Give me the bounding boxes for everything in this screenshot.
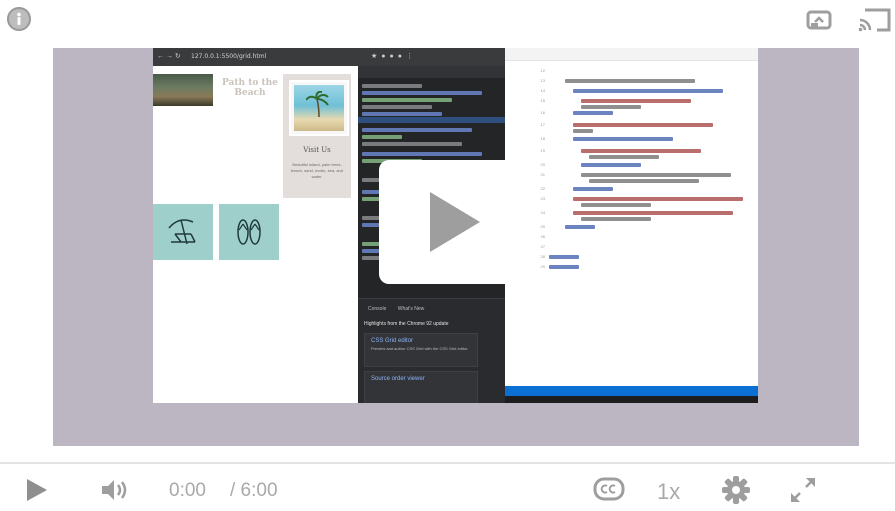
visit-card: Visit Us Beautiful island, palm trees, b…	[283, 74, 351, 198]
whats-new-heading: Highlights from the Chrome 92 update	[364, 321, 449, 327]
flip-flops-tile	[219, 204, 279, 260]
closed-captions-icon[interactable]	[592, 476, 626, 502]
play-icon[interactable]	[27, 479, 47, 501]
line-number: 20	[540, 162, 545, 167]
line-number: 29	[540, 264, 545, 269]
card-title: CSS Grid editor	[371, 338, 414, 344]
page-title: Path to the Beach	[222, 78, 278, 98]
top-bar	[0, 0, 895, 48]
info-glyph	[17, 12, 21, 25]
browser-url: 127.0.0.1:5500/grid.html	[191, 53, 267, 60]
video-stage[interactable]: ← → ↻ 127.0.0.1:5500/grid.html ★●●●⋮ Pat…	[53, 48, 859, 446]
code-editor: 12 13 14 15 16 17 18 19 20 21 22 23 24 2…	[505, 48, 758, 403]
playback-speed-button[interactable]: 1x	[657, 479, 680, 505]
beach-chair-tile	[153, 204, 213, 260]
screen-share-icon[interactable]	[857, 6, 893, 34]
devtools-drawer: Console What's New Highlights from the C…	[358, 298, 505, 403]
palm-tree-icon	[306, 91, 329, 117]
line-number: 24	[540, 210, 545, 215]
line-number: 21	[540, 172, 545, 177]
fullscreen-icon[interactable]	[787, 474, 819, 506]
line-number: 17	[540, 122, 545, 127]
line-number: 19	[540, 148, 545, 153]
drawer-tabs: Console What's New	[358, 303, 505, 315]
play-icon	[430, 192, 480, 252]
devtools-selected-node	[358, 117, 505, 123]
whats-new-card[interactable]: CSS Grid editor Preview and author CSS G…	[364, 333, 478, 367]
flip-flops-icon	[237, 219, 261, 245]
line-number: 14	[540, 88, 545, 93]
line-number: 13	[540, 78, 545, 83]
whats-new-card[interactable]: Source order viewer	[364, 371, 478, 403]
line-number: 16	[540, 110, 545, 115]
line-number: 26	[540, 234, 545, 239]
line-number: 18	[540, 136, 545, 141]
visit-heading: Visit Us	[303, 146, 331, 154]
editor-bottom-bar	[505, 396, 758, 403]
player-controls: 0:00 / 6:00 1x	[0, 462, 895, 506]
current-time: 0:00	[169, 480, 206, 501]
info-icon[interactable]	[7, 7, 31, 31]
browser-nav-icons: ← → ↻	[157, 53, 181, 60]
volume-icon[interactable]	[98, 476, 134, 504]
editor-status-bar	[505, 386, 758, 396]
gear-icon[interactable]	[720, 474, 752, 506]
browser-toolbar: ← → ↻ 127.0.0.1:5500/grid.html ★●●●⋮	[153, 48, 505, 66]
card-title: Source order viewer	[371, 376, 425, 382]
line-number: 25	[540, 224, 545, 229]
line-number: 28	[540, 254, 545, 259]
total-time: / 6:00	[230, 480, 278, 501]
line-number: 12	[540, 68, 545, 73]
big-play-button[interactable]	[379, 160, 523, 284]
webpage: Path to the Beach Visit Us Beautiful isl…	[153, 66, 358, 403]
path-beach-image	[153, 74, 213, 106]
line-number: 23	[540, 196, 545, 201]
line-number: 22	[540, 186, 545, 191]
visit-description: Beautiful island, palm trees, beach, san…	[290, 162, 344, 179]
progress-bar[interactable]	[0, 462, 895, 464]
beach-photo	[289, 80, 349, 136]
line-number: 15	[540, 98, 545, 103]
card-text: Preview and author CSS Grid with the CSS…	[371, 346, 469, 351]
editor-tab-bar	[505, 48, 758, 61]
cast-icon[interactable]	[805, 6, 835, 36]
tab-console[interactable]: Console	[368, 306, 386, 312]
browser-extension-icons: ★●●●⋮	[371, 53, 417, 60]
beach-chair-icon	[168, 219, 196, 245]
devtools-tabs	[358, 66, 505, 78]
line-number: 27	[540, 244, 545, 249]
tab-whats-new[interactable]: What's New	[398, 306, 425, 312]
